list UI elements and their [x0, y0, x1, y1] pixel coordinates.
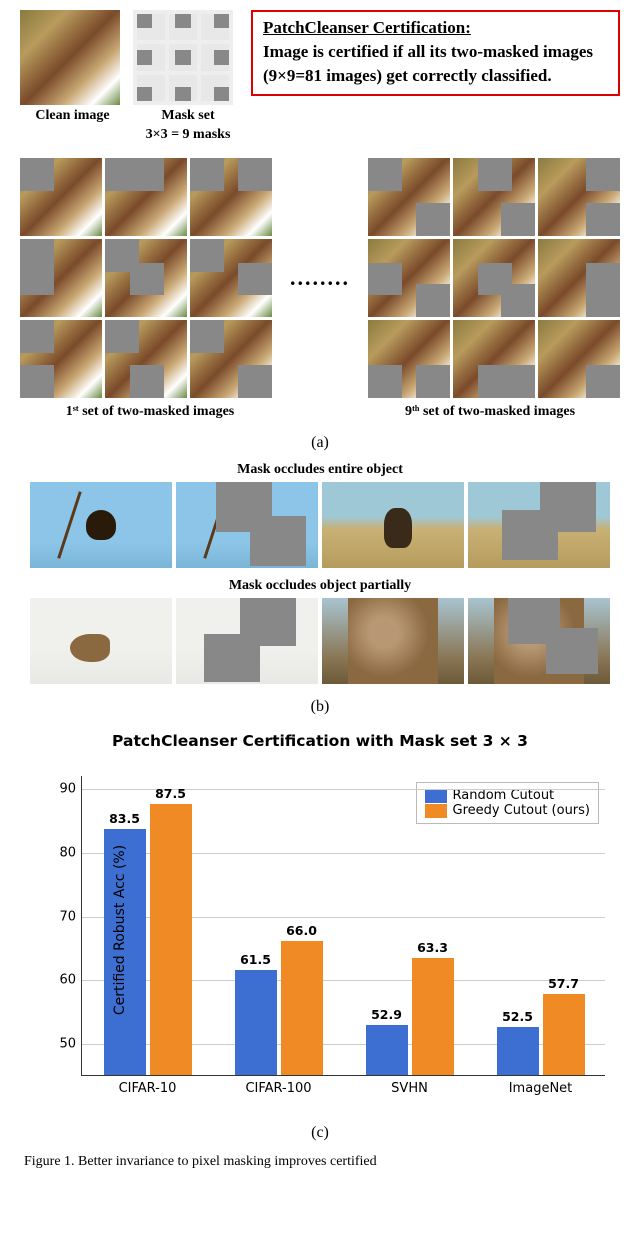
certification-body: Image is certified if all its two-masked… [263, 40, 608, 88]
two-masked-set-9 [368, 158, 620, 398]
mask-set-caption-l1: Mask set [133, 108, 243, 124]
clean-image [20, 10, 120, 105]
mask-set-caption-l2: 3×3 = 9 masks [133, 127, 243, 143]
bar-value-label: 66.0 [281, 923, 323, 938]
occlude-partial-title: Mask occludes object partially [20, 578, 620, 594]
bar-chart: Random Cutout Greedy Cutout (ours) 50 60 7… [25, 750, 615, 1110]
mask-set-block: Mask set 3×3 = 9 masks [133, 10, 243, 143]
subfigure-label-a: (a) [20, 434, 620, 452]
bar-value-label: 52.5 [497, 1009, 539, 1024]
ostrich-masked [468, 482, 610, 568]
ostrich-clean [322, 482, 464, 568]
x-tick: CIFAR-10 [119, 1075, 177, 1096]
certification-box: PatchCleanser Certification: Image is ce… [251, 10, 620, 96]
subfigure-label-c: (c) [20, 1124, 620, 1142]
bar: 52.5 [497, 1027, 539, 1075]
section-b: Mask occludes entire object Mask occlude… [20, 462, 620, 716]
x-tick: CIFAR-100 [245, 1075, 311, 1096]
clean-image-caption: Clean image [20, 108, 125, 124]
bar-value-label: 63.3 [412, 940, 454, 955]
bar-value-label: 57.7 [543, 976, 585, 991]
legend-blue-label: Random Cutout [453, 788, 555, 803]
bar: 63.3 [412, 958, 454, 1075]
y-tick: 90 [59, 781, 82, 796]
bar-value-label: 83.5 [104, 811, 146, 826]
sparrow-masked [176, 598, 318, 684]
ellipsis: ........ [290, 265, 350, 291]
bar: 61.5 [235, 970, 277, 1075]
two-masked-set-1 [20, 158, 272, 398]
bar-value-label: 87.5 [150, 786, 192, 801]
ostrich-head-clean [322, 598, 464, 684]
bird-clean [30, 482, 172, 568]
bird-masked [176, 482, 318, 568]
bar: 66.0 [281, 941, 323, 1075]
y-tick: 50 [59, 1037, 82, 1052]
section-c: PatchCleanser Certification with Mask se… [20, 732, 620, 1142]
section-a: Clean image Mask set 3×3 = 9 masks Patch… [20, 10, 620, 452]
figure-caption: Figure 1. Better invariance to pixel mas… [20, 1154, 620, 1170]
bar-value-label: 52.9 [366, 1007, 408, 1022]
sparrow-clean [30, 598, 172, 684]
set9-caption: 9ᵗʰ set of two-masked images [360, 404, 620, 420]
set1-caption: 1ˢᵗ set of two-masked images [20, 404, 280, 420]
mask-grid-3x3 [133, 10, 233, 105]
occlude-entire-title: Mask occludes entire object [20, 462, 620, 478]
certification-title: PatchCleanser Certification: [263, 18, 608, 38]
bar: 57.7 [543, 994, 585, 1075]
y-tick: 60 [59, 973, 82, 988]
bar: 87.5 [150, 804, 192, 1075]
y-tick: 70 [59, 909, 82, 924]
x-tick: SVHN [391, 1075, 428, 1096]
clean-image-block: Clean image [20, 10, 125, 124]
x-tick: ImageNet [509, 1075, 573, 1096]
y-tick: 80 [59, 845, 82, 860]
chart-title: PatchCleanser Certification with Mask se… [20, 732, 620, 750]
legend-orange-label: Greedy Cutout (ours) [453, 803, 591, 818]
bar-value-label: 61.5 [235, 952, 277, 967]
ostrich-head-masked [468, 598, 610, 684]
subfigure-label-b: (b) [20, 698, 620, 716]
y-axis-label: Certified Robust Acc (%) [112, 845, 128, 1015]
bar: 52.9 [366, 1025, 408, 1075]
